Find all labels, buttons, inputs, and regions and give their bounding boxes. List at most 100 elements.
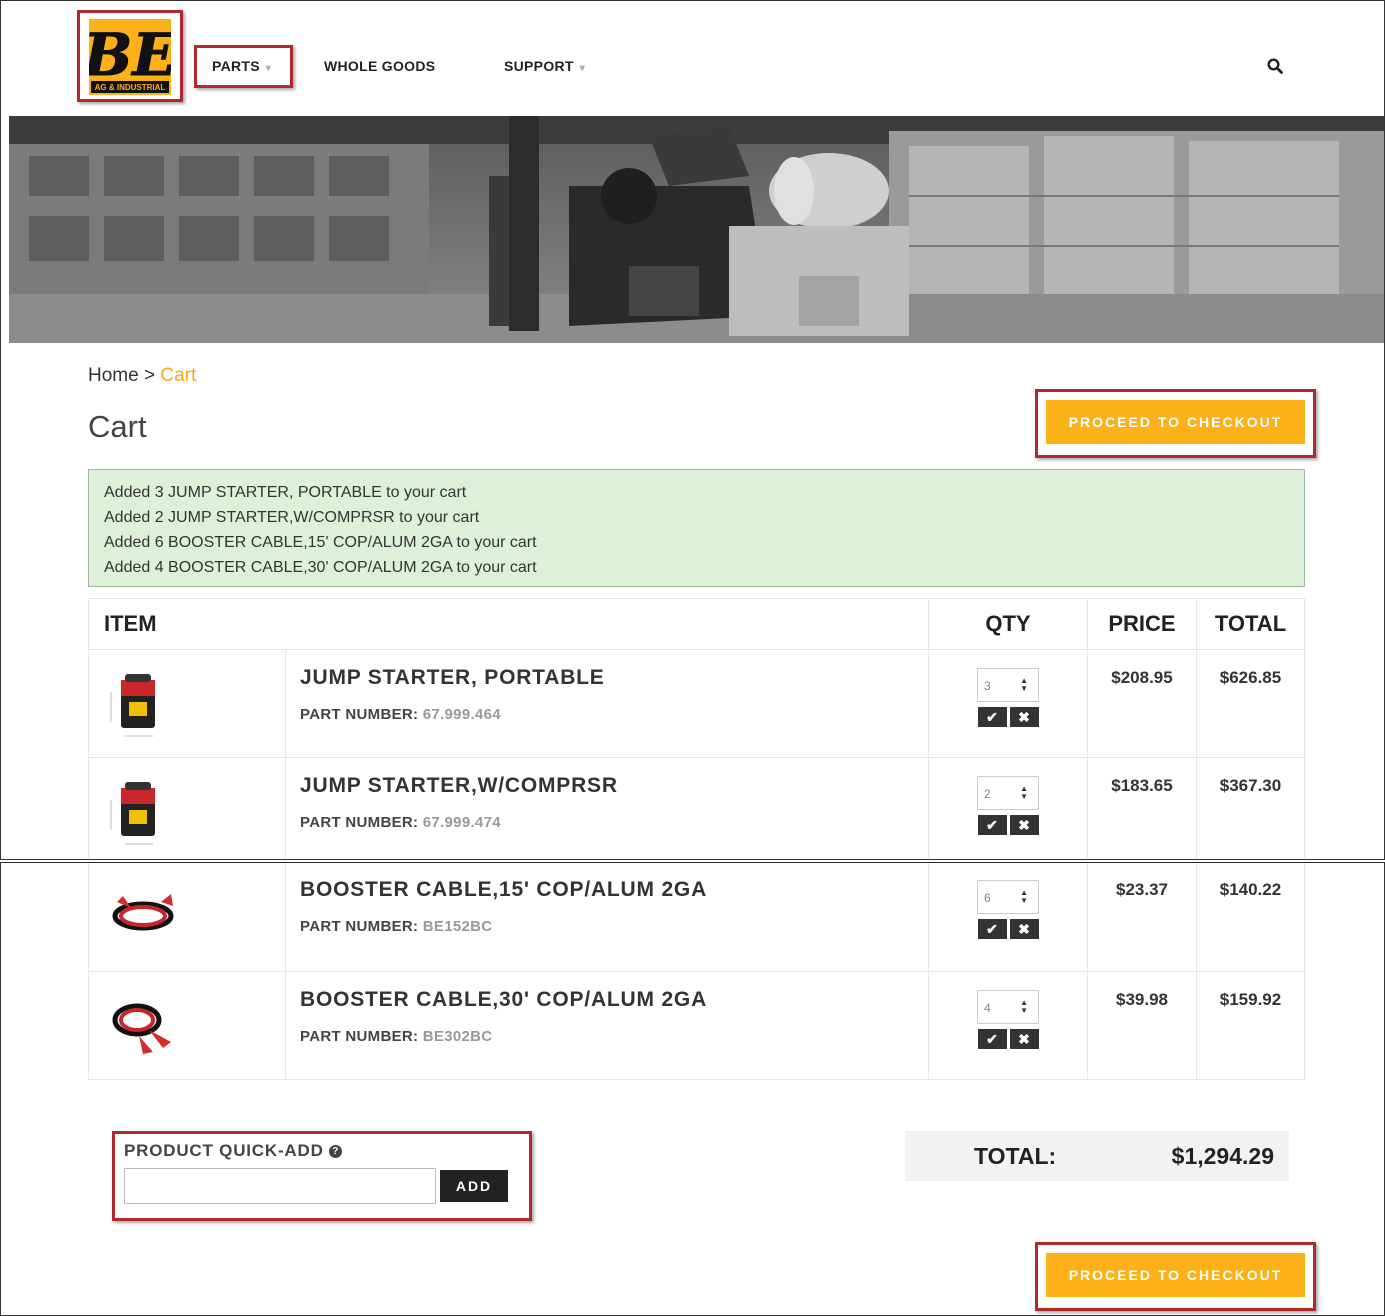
- nav-parts[interactable]: PARTS ▾: [212, 58, 271, 74]
- nav-whole-goods-label: WHOLE GOODS: [324, 58, 436, 74]
- update-check-button[interactable]: ✔: [977, 707, 1007, 727]
- product-quick-add: PRODUCT QUICK-ADD ? ADD: [112, 1131, 532, 1221]
- spinner-arrows-icon[interactable]: ▲ ▼: [1020, 999, 1028, 1015]
- quantity-input[interactable]: 4 ▲ ▼: [977, 990, 1039, 1024]
- qty-cell: 3 ▲ ▼ ✔ ✖: [928, 649, 1088, 758]
- part-number-value: BE302BC: [422, 1028, 493, 1045]
- quantity-input[interactable]: 2 ▲ ▼: [977, 776, 1039, 810]
- quantity-value: 3: [984, 679, 991, 693]
- part-number: PART NUMBER: 67.999.464: [300, 706, 928, 723]
- update-check-button[interactable]: ✔: [977, 815, 1007, 835]
- chevron-down-icon: ▾: [265, 63, 272, 74]
- header-qty: QTY: [928, 598, 1088, 650]
- screenshot-bottom: BOOSTER CABLE,15' COP/ALUM 2GA PART NUMB…: [0, 862, 1385, 1316]
- quick-add-label: PRODUCT QUICK-ADD ?: [124, 1141, 343, 1161]
- quantity-input[interactable]: 6 ▲ ▼: [977, 880, 1039, 914]
- page-title: Cart: [88, 409, 147, 444]
- logo-subtext: AG & INDUSTRIAL: [95, 83, 166, 92]
- remove-x-button[interactable]: ✖: [1009, 815, 1039, 835]
- spinner-arrows-icon[interactable]: ▲ ▼: [1020, 785, 1028, 801]
- line-total: $159.92: [1196, 971, 1305, 1080]
- header-price: PRICE: [1087, 598, 1197, 650]
- line-total: $626.85: [1196, 649, 1305, 758]
- part-number: PART NUMBER: BE152BC: [300, 918, 928, 935]
- unit-price: $183.65: [1087, 757, 1197, 859]
- header-item: ITEM: [88, 598, 929, 650]
- quantity-value: 4: [984, 1001, 991, 1015]
- part-number-value: BE152BC: [422, 918, 493, 935]
- booster-cable-image[interactable]: [109, 996, 179, 1056]
- product-image-cell: [88, 649, 286, 758]
- search-icon[interactable]: [1267, 58, 1283, 74]
- quantity-value: 2: [984, 787, 991, 801]
- remove-x-button[interactable]: ✖: [1009, 919, 1039, 939]
- part-number: PART NUMBER: 67.999.474: [300, 814, 928, 831]
- jump-starter-image[interactable]: [107, 780, 167, 850]
- product-info-cell: BOOSTER CABLE,15' COP/ALUM 2GA PART NUMB…: [285, 863, 929, 972]
- table-row: BOOSTER CABLE,30' COP/ALUM 2GA PART NUMB…: [88, 971, 1305, 1080]
- qty-cell: 4 ▲ ▼ ✔ ✖: [928, 971, 1088, 1080]
- alert-message: Added 2 JUMP STARTER,W/COMPRSR to your c…: [104, 509, 480, 526]
- quantity-value: 6: [984, 891, 991, 905]
- be-logo[interactable]: BE AG & INDUSTRIAL: [89, 19, 171, 95]
- alert-message: Added 4 BOOSTER CABLE,30' COP/ALUM 2GA t…: [104, 559, 537, 576]
- proceed-to-checkout-button[interactable]: PROCEED TO CHECKOUT: [1046, 400, 1305, 444]
- unit-price: $23.37: [1087, 863, 1197, 972]
- chevron-down-icon: ▾: [579, 63, 586, 74]
- jump-starter-image[interactable]: [107, 672, 167, 742]
- product-info-cell: BOOSTER CABLE,30' COP/ALUM 2GA PART NUMB…: [285, 971, 929, 1080]
- update-check-button[interactable]: ✔: [977, 1029, 1007, 1049]
- part-number-label: PART NUMBER:: [300, 918, 419, 935]
- product-info-cell: JUMP STARTER,W/COMPRSR PART NUMBER: 67.9…: [285, 757, 929, 859]
- part-number-label: PART NUMBER:: [300, 814, 419, 831]
- breadcrumb-current[interactable]: Cart: [160, 365, 196, 386]
- quick-add-label-text: PRODUCT QUICK-ADD: [124, 1141, 324, 1160]
- product-name[interactable]: BOOSTER CABLE,30' COP/ALUM 2GA: [300, 988, 928, 1012]
- part-number-label: PART NUMBER:: [300, 1028, 419, 1045]
- table-row: JUMP STARTER,W/COMPRSR PART NUMBER: 67.9…: [88, 757, 1305, 859]
- breadcrumb-home[interactable]: Home: [88, 365, 139, 386]
- product-image-cell: [88, 863, 286, 972]
- product-name[interactable]: BOOSTER CABLE,15' COP/ALUM 2GA: [300, 878, 928, 902]
- nav-support[interactable]: SUPPORT ▾: [504, 58, 585, 74]
- unit-price: $39.98: [1087, 971, 1197, 1080]
- screenshot-top: BE AG & INDUSTRIAL PARTS ▾ WHOLE GOODS SU…: [0, 0, 1385, 860]
- breadcrumb-separator: >: [143, 365, 156, 386]
- quick-add-input[interactable]: [124, 1168, 436, 1204]
- update-check-button[interactable]: ✔: [977, 919, 1007, 939]
- logo-highlight[interactable]: BE AG & INDUSTRIAL: [77, 10, 183, 102]
- part-number: PART NUMBER: BE302BC: [300, 1028, 928, 1045]
- table-header-row: ITEM QTY PRICE TOTAL: [88, 598, 1305, 650]
- proceed-to-checkout-button[interactable]: PROCEED TO CHECKOUT: [1046, 1253, 1305, 1297]
- cart-table: ITEM QTY PRICE TOTAL JUMP STARTER, PORTA…: [88, 598, 1305, 859]
- unit-price: $208.95: [1087, 649, 1197, 758]
- remove-x-button[interactable]: ✖: [1009, 1029, 1039, 1049]
- remove-x-button[interactable]: ✖: [1009, 707, 1039, 727]
- line-total: $140.22: [1196, 863, 1305, 972]
- nav-whole-goods[interactable]: WHOLE GOODS: [324, 58, 435, 74]
- table-row: JUMP STARTER, PORTABLE PART NUMBER: 67.9…: [88, 649, 1305, 758]
- svg-text:BE: BE: [89, 21, 171, 89]
- cart-table-continued: BOOSTER CABLE,15' COP/ALUM 2GA PART NUMB…: [88, 863, 1305, 1080]
- breadcrumb: Home > Cart: [88, 365, 196, 387]
- product-name[interactable]: JUMP STARTER, PORTABLE: [300, 666, 928, 690]
- alert-message: Added 3 JUMP STARTER, PORTABLE to your c…: [104, 484, 467, 501]
- part-number-label: PART NUMBER:: [300, 706, 419, 723]
- booster-cable-image[interactable]: [109, 890, 179, 940]
- product-image-cell: [88, 971, 286, 1080]
- cart-total: TOTAL: $1,294.29: [905, 1131, 1289, 1181]
- hero-banner-image: [9, 116, 1384, 343]
- quantity-input[interactable]: 3 ▲ ▼: [977, 668, 1039, 702]
- total-label: TOTAL:: [974, 1143, 1057, 1169]
- product-name[interactable]: JUMP STARTER,W/COMPRSR: [300, 774, 928, 798]
- part-number-value: 67.999.464: [422, 706, 501, 723]
- spinner-arrows-icon[interactable]: ▲ ▼: [1020, 889, 1028, 905]
- total-value: $1,294.29: [1171, 1143, 1274, 1169]
- alert-message: Added 6 BOOSTER CABLE,15' COP/ALUM 2GA t…: [104, 534, 537, 551]
- spinner-arrows-icon[interactable]: ▲ ▼: [1020, 677, 1028, 693]
- help-icon[interactable]: ?: [329, 1145, 343, 1158]
- nav-parts-label: PARTS: [212, 58, 260, 74]
- line-total: $367.30: [1196, 757, 1305, 859]
- add-button[interactable]: ADD: [440, 1170, 508, 1202]
- product-image-cell: [88, 757, 286, 859]
